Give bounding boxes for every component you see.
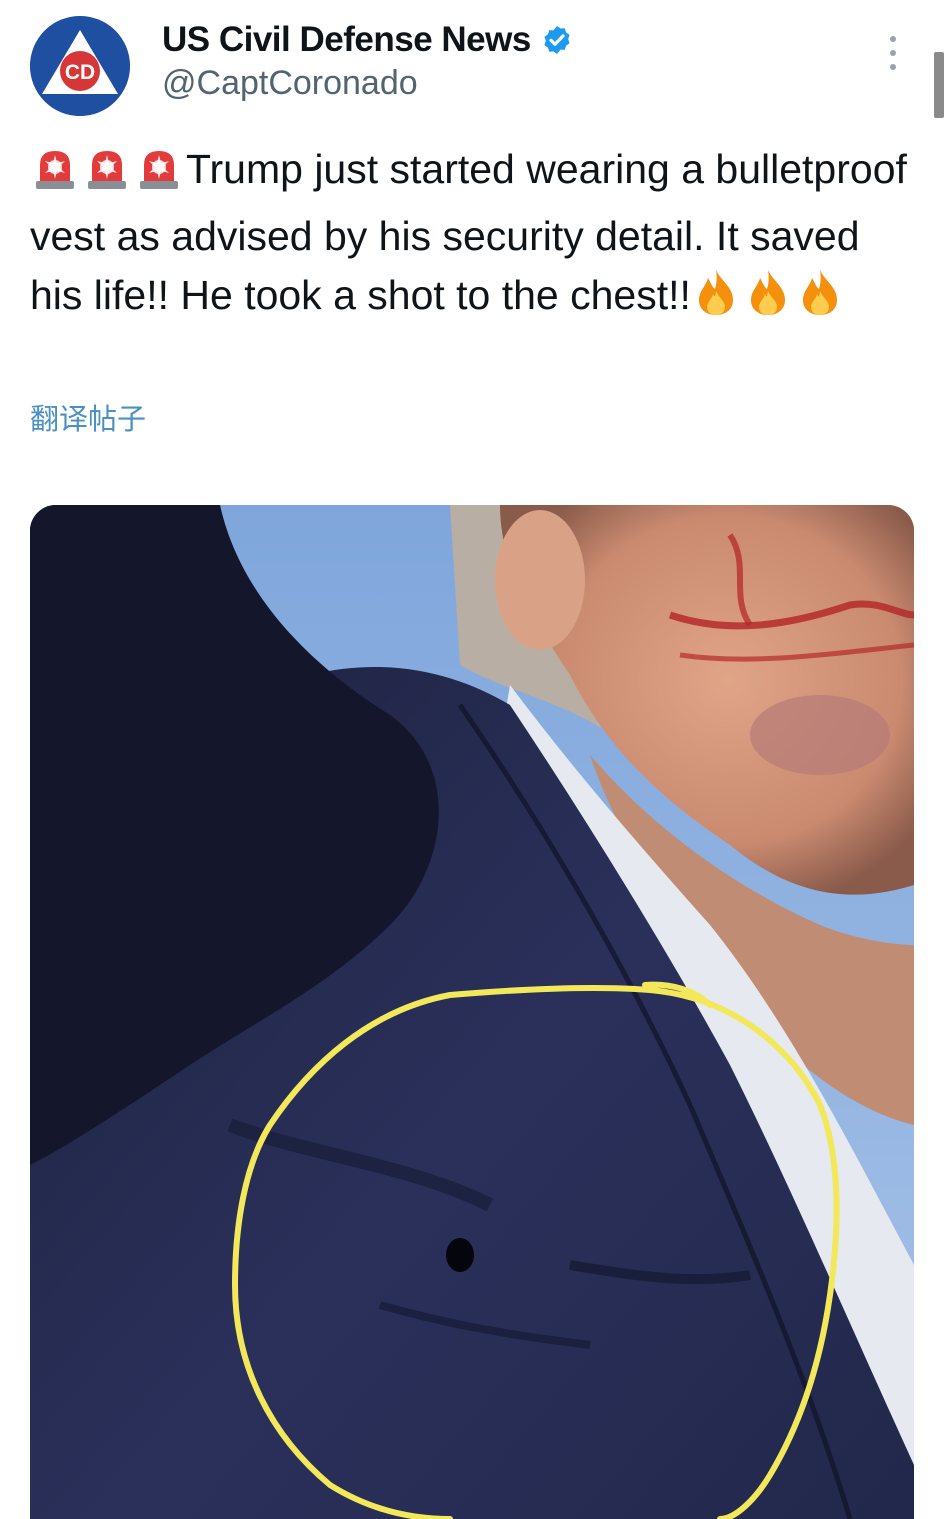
fire-icon [691, 267, 741, 333]
avatar[interactable]: CD [30, 16, 130, 116]
fire-icon [795, 267, 845, 333]
siren-icon [82, 143, 132, 207]
scrollbar[interactable] [934, 52, 944, 118]
tweet-photo[interactable] [30, 505, 914, 1519]
handle[interactable]: @CaptCoronado [162, 64, 573, 103]
translate-post-link[interactable]: 翻译帖子 [30, 396, 146, 438]
more-options-icon[interactable] [880, 36, 906, 76]
siren-icon [30, 143, 80, 207]
tweet-header: CD US Civil Defense News @CaptCoronado [0, 0, 944, 130]
avatar-logo-text: CD [65, 61, 95, 84]
fire-icon [743, 267, 793, 333]
display-name[interactable]: US Civil Defense News [162, 20, 531, 60]
tweet-text: Trump just started wearing a bulletproof… [30, 140, 920, 333]
siren-icon [134, 143, 184, 207]
verified-badge-icon [544, 26, 570, 54]
